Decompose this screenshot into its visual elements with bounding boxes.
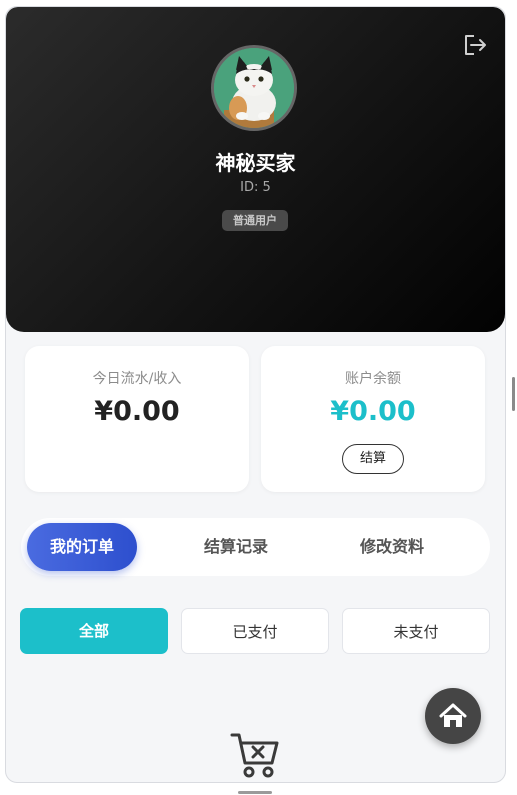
profile-tabs: 我的订单 结算记录 修改资料 bbox=[21, 518, 490, 576]
balance-label: 账户余额 bbox=[345, 371, 401, 387]
tab-my-orders[interactable]: 我的订单 bbox=[27, 523, 137, 571]
filter-unpaid-button[interactable]: 未支付 bbox=[342, 608, 490, 654]
home-indicator bbox=[238, 791, 272, 794]
home-icon bbox=[439, 703, 467, 727]
home-button[interactable] bbox=[425, 688, 481, 744]
user-name: 神秘买家 bbox=[215, 151, 296, 175]
tab-edit-profile[interactable]: 修改资料 bbox=[332, 523, 452, 571]
today-income-label: 今日流水/收入 bbox=[92, 371, 182, 387]
cat-avatar-icon bbox=[214, 48, 294, 128]
avatar bbox=[211, 45, 297, 131]
scrollbar-thumb[interactable] bbox=[512, 377, 515, 411]
app-frame: 神秘买家 ID: 5 普通用户 今日流水/收入 ¥0.00 账户余额 ¥0.00… bbox=[5, 6, 506, 783]
filter-all-button[interactable]: 全部 bbox=[20, 608, 168, 654]
today-income-card: 今日流水/收入 ¥0.00 bbox=[25, 346, 249, 492]
settle-button[interactable]: 结算 bbox=[342, 444, 404, 474]
user-id: ID: 5 bbox=[240, 180, 271, 195]
role-badge: 普通用户 bbox=[222, 210, 288, 231]
profile-header: 神秘买家 ID: 5 普通用户 bbox=[6, 7, 505, 332]
tab-settlement-records[interactable]: 结算记录 bbox=[181, 523, 291, 571]
today-income-value: ¥0.00 bbox=[94, 396, 180, 427]
empty-cart-icon bbox=[230, 731, 280, 779]
logout-icon[interactable] bbox=[461, 31, 489, 59]
balance-value: ¥0.00 bbox=[330, 396, 416, 427]
balance-card: 账户余额 ¥0.00 结算 bbox=[261, 346, 485, 492]
filter-paid-button[interactable]: 已支付 bbox=[181, 608, 329, 654]
